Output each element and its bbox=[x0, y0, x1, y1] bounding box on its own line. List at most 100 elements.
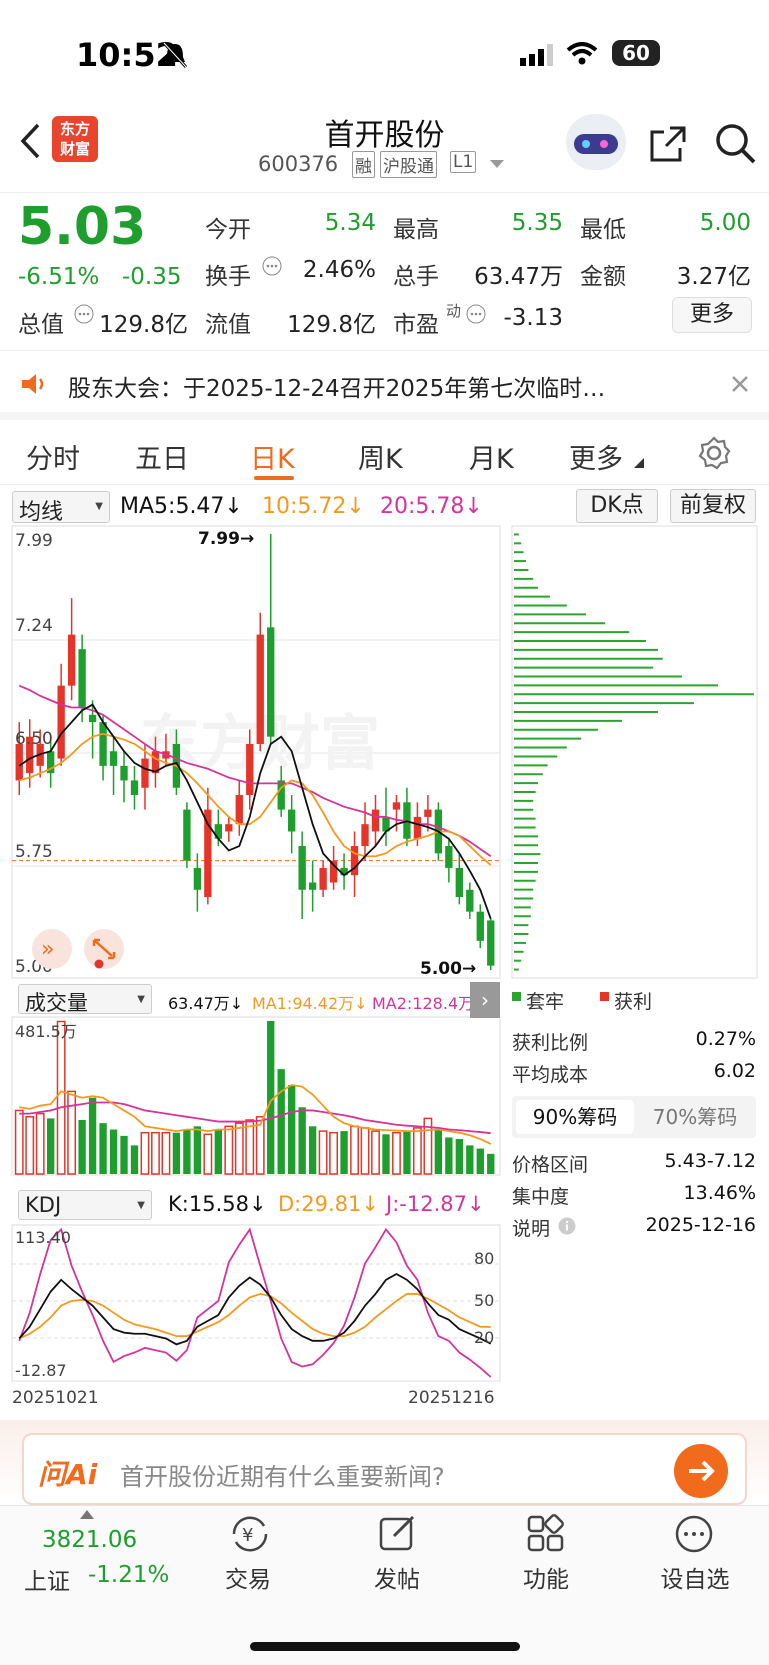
profit-ratio-value: 0.27% bbox=[695, 1028, 756, 1050]
candle-body bbox=[235, 795, 243, 825]
volume-value: 63.47万 bbox=[474, 264, 563, 290]
ai-placeholder[interactable]: 首开股份近期有什么重要新闻? bbox=[120, 1457, 445, 1492]
candle-body bbox=[193, 867, 202, 890]
expand-button bbox=[84, 929, 124, 969]
kdj-selector[interactable]: KDJ ▼ bbox=[18, 1190, 152, 1220]
tab-monthly-k[interactable]: 月K bbox=[469, 437, 514, 476]
tab-70-chips[interactable]: 70%筹码 bbox=[636, 1100, 754, 1134]
price-tick: 6.50 bbox=[15, 729, 53, 749]
tab-daily-k[interactable]: 日K bbox=[250, 437, 295, 476]
candle-body bbox=[277, 780, 285, 810]
profit-legend-swatch bbox=[600, 992, 609, 1001]
nav-functions[interactable]: 功能 bbox=[486, 1560, 606, 1594]
add-watchlist-icon[interactable] bbox=[674, 1514, 714, 1554]
low-label: 最低 bbox=[580, 217, 626, 243]
notice-text[interactable]: 股东大会：于2025-12-24召开2025年第七次临时… bbox=[68, 369, 688, 403]
search-icon[interactable] bbox=[714, 122, 758, 166]
post-icon[interactable] bbox=[378, 1514, 418, 1554]
candle-body bbox=[67, 634, 76, 686]
index-name[interactable]: 上证 bbox=[24, 1562, 70, 1596]
high-label: 最高 bbox=[393, 217, 439, 243]
info-icon[interactable] bbox=[558, 1217, 576, 1235]
volume-bar bbox=[308, 1126, 317, 1174]
nav-add-watchlist[interactable]: 设自选 bbox=[635, 1560, 755, 1594]
kdj-20-label: 20 bbox=[474, 1328, 494, 1347]
indicator-selector[interactable]: 均线 ▼ bbox=[12, 491, 110, 525]
ma20-value: 20:5.78↓ bbox=[380, 494, 483, 519]
expand-right-icon[interactable]: › bbox=[470, 982, 500, 1018]
candle-body bbox=[288, 809, 296, 832]
volume-bar bbox=[25, 1116, 35, 1175]
candle-body bbox=[183, 809, 191, 861]
tab-more[interactable]: 更多 bbox=[569, 437, 623, 476]
tab-weekly-k[interactable]: 周K bbox=[358, 437, 403, 476]
ai-logo: 问Ai bbox=[38, 1458, 98, 1491]
ai-search-box[interactable]: 问Ai 首开股份近期有什么重要新闻? bbox=[22, 1433, 747, 1505]
price-tick: 7.24 bbox=[15, 616, 53, 636]
float-value: 129.8亿 bbox=[287, 312, 376, 338]
dropdown-icon[interactable] bbox=[490, 160, 504, 170]
index-value[interactable]: 3821.06 bbox=[42, 1527, 137, 1553]
assistant-avatar[interactable] bbox=[566, 114, 626, 170]
start-date: 20251021 bbox=[12, 1388, 99, 1404]
pe-label: 市盈 bbox=[393, 312, 439, 338]
candle-body bbox=[267, 627, 275, 737]
pe-sup: 动 bbox=[446, 302, 462, 320]
turnover-value: 2.46% bbox=[302, 257, 376, 283]
volume-max: 481.5万 bbox=[15, 1022, 77, 1041]
info-dots-icon[interactable] bbox=[74, 304, 94, 324]
note-date: 2025-12-16 bbox=[645, 1214, 756, 1236]
dk-button[interactable]: DK点 bbox=[576, 489, 658, 523]
wifi-icon bbox=[566, 42, 598, 65]
mcap-value: 129.8亿 bbox=[99, 312, 188, 338]
kdj-min: -12.87 bbox=[15, 1361, 67, 1380]
candle-body bbox=[130, 780, 139, 796]
volume-bar bbox=[360, 1127, 370, 1175]
speaker-icon bbox=[22, 374, 44, 394]
volume-bar bbox=[350, 1125, 359, 1175]
volume-bar bbox=[140, 1131, 150, 1175]
tab-90-chips[interactable]: 90%筹码 bbox=[516, 1100, 634, 1134]
more-button[interactable]: 更多 bbox=[672, 297, 752, 333]
kline-chart[interactable]: 东方财富 7.99 7.24 6.50 5.75 5.00 7.99→ 5.00… bbox=[0, 524, 769, 1404]
volume-bar bbox=[466, 1145, 474, 1174]
index-change[interactable]: -1.21% bbox=[88, 1562, 169, 1588]
volume-bar bbox=[340, 1131, 348, 1174]
candle-body bbox=[392, 802, 401, 810]
svg-text:¥: ¥ bbox=[242, 1525, 253, 1546]
tab-intraday[interactable]: 分时 bbox=[26, 437, 80, 476]
share-icon[interactable] bbox=[648, 124, 688, 164]
close-icon[interactable] bbox=[731, 375, 749, 393]
nav-post[interactable]: 发帖 bbox=[337, 1560, 457, 1594]
volume-current: 63.47万↓ bbox=[168, 994, 244, 1013]
open-label: 今开 bbox=[205, 217, 251, 243]
trade-icon[interactable]: ¥ bbox=[228, 1514, 272, 1554]
mcap-label: 总值 bbox=[18, 312, 64, 338]
kdj-k: K:15.58↓ bbox=[168, 1192, 267, 1216]
volume-bar bbox=[130, 1145, 139, 1174]
kdj-j: J:-12.87↓ bbox=[386, 1192, 485, 1216]
change-amount: -0.35 bbox=[122, 264, 182, 290]
nav-trade[interactable]: 交易 bbox=[188, 1560, 308, 1594]
volume-selector[interactable]: 成交量 ▼ bbox=[18, 984, 152, 1015]
info-dots-icon[interactable] bbox=[262, 256, 282, 276]
volume-bar bbox=[245, 1119, 255, 1175]
tab-five-day[interactable]: 五日 bbox=[135, 437, 189, 476]
candle-body bbox=[120, 765, 128, 781]
candle-body bbox=[455, 867, 463, 898]
info-dots-icon[interactable] bbox=[466, 304, 486, 324]
volume-bar bbox=[203, 1133, 213, 1175]
functions-icon[interactable] bbox=[526, 1514, 566, 1554]
settings-icon[interactable] bbox=[697, 436, 731, 470]
ai-send-button[interactable] bbox=[674, 1444, 728, 1498]
volume-bar bbox=[234, 1122, 244, 1175]
open-value: 5.34 bbox=[324, 210, 376, 236]
volume-bar bbox=[172, 1132, 181, 1174]
hold-legend: 套牢 bbox=[526, 991, 565, 1013]
volume-bar bbox=[224, 1125, 234, 1175]
adjust-button[interactable]: 前复权 bbox=[670, 489, 756, 523]
tag-connect: 沪股通 bbox=[380, 151, 437, 178]
volume-bar bbox=[288, 1085, 296, 1174]
battery-icon: 60 bbox=[612, 40, 660, 66]
volume-bar bbox=[99, 1123, 107, 1174]
